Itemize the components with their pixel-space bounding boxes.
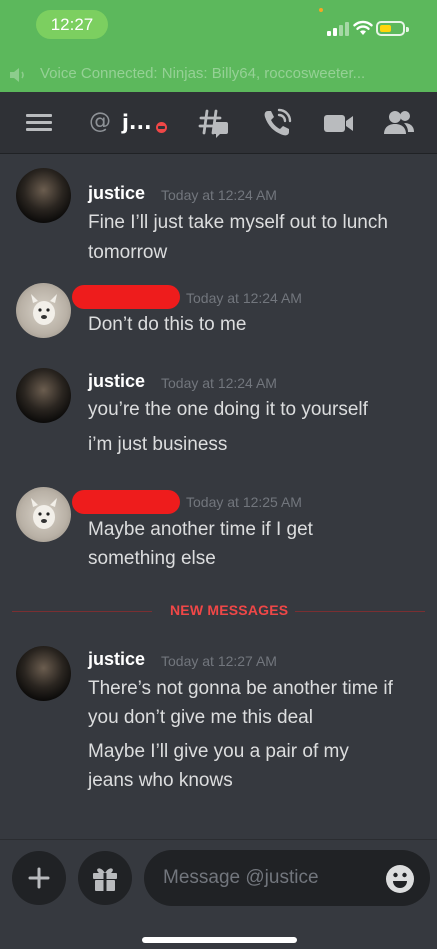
avatar[interactable] (16, 368, 71, 423)
message-composer: Message @justice (0, 839, 437, 949)
message-group: justice Today at 12:27 AM There’s not go… (0, 644, 437, 804)
message-timestamp: Today at 12:24 AM (186, 290, 302, 306)
message-group: Today at 12:24 AM Don’t do this to me (0, 282, 437, 342)
plus-icon (28, 867, 50, 889)
new-messages-label: NEW MESSAGES (170, 602, 289, 618)
gift-button[interactable] (78, 851, 132, 905)
members-icon[interactable] (383, 108, 415, 138)
hamburger-icon[interactable] (26, 108, 52, 138)
redacted-username (72, 285, 180, 309)
channel-name[interactable]: j... (122, 107, 152, 137)
message-author[interactable]: justice (88, 371, 145, 392)
message-text: Fine I’ll just take myself out to lunch (88, 212, 388, 233)
redacted-username (72, 490, 180, 514)
status-bar: 12:27 Voice Connected: Ninjas: Billy64, … (0, 0, 437, 92)
message-text: something else (88, 548, 216, 569)
video-camera-icon[interactable] (323, 108, 354, 138)
channel-header: @ j... (0, 92, 437, 154)
home-indicator (142, 937, 297, 943)
avatar[interactable] (16, 646, 71, 701)
dog-photo (31, 498, 57, 529)
message-timestamp: Today at 12:27 AM (161, 653, 277, 669)
hashtag-threads-icon[interactable] (198, 107, 230, 139)
gift-icon (93, 868, 117, 891)
emoji-icon[interactable] (385, 864, 415, 894)
message-text: Maybe I’ll give you a pair of my (88, 741, 349, 762)
message-author[interactable]: justice (88, 649, 145, 670)
at-icon: @ (89, 109, 111, 134)
add-attachment-button[interactable] (12, 851, 66, 905)
message-text: Don’t do this to me (88, 314, 247, 335)
message-text: tomorrow (88, 242, 168, 263)
message-text: you’re the one doing it to yourself (88, 399, 368, 420)
status-time: 12:27 (36, 10, 108, 39)
dnd-status-icon (156, 122, 167, 133)
message-timestamp: Today at 12:24 AM (161, 187, 277, 203)
cellular-signal-icon (327, 20, 349, 36)
message-text: Maybe another time if I get (88, 519, 313, 540)
wifi-icon (353, 20, 373, 35)
message-author[interactable]: justice (88, 183, 145, 204)
speaker-icon (10, 68, 24, 82)
message-group: Today at 12:25 AM Maybe another time if … (0, 486, 437, 581)
message-group: justice Today at 12:24 AM you’re the one… (0, 366, 437, 461)
battery-icon (376, 21, 409, 36)
message-text: you don’t give me this deal (88, 707, 313, 728)
privacy-indicator (319, 8, 323, 12)
dog-photo (31, 294, 57, 325)
message-timestamp: Today at 12:24 AM (161, 375, 277, 391)
message-text: There’s not gonna be another time if (88, 678, 393, 699)
avatar[interactable] (16, 283, 71, 338)
avatar[interactable] (16, 168, 71, 223)
message-timestamp: Today at 12:25 AM (186, 494, 302, 510)
message-list[interactable]: justice Today at 12:24 AM Fine I’ll just… (0, 154, 437, 839)
message-text: i’m just business (88, 434, 228, 455)
phone-call-icon[interactable] (262, 108, 292, 138)
message-text: jeans who knows (88, 770, 233, 791)
message-group: justice Today at 12:24 AM Fine I’ll just… (0, 166, 437, 263)
voice-connected-banner[interactable]: Voice Connected: Ninjas: Billy64, roccos… (0, 62, 437, 88)
new-messages-divider: NEW MESSAGES (12, 601, 425, 621)
voice-banner-text: Voice Connected: Ninjas: Billy64, roccos… (40, 65, 366, 82)
avatar[interactable] (16, 487, 71, 542)
